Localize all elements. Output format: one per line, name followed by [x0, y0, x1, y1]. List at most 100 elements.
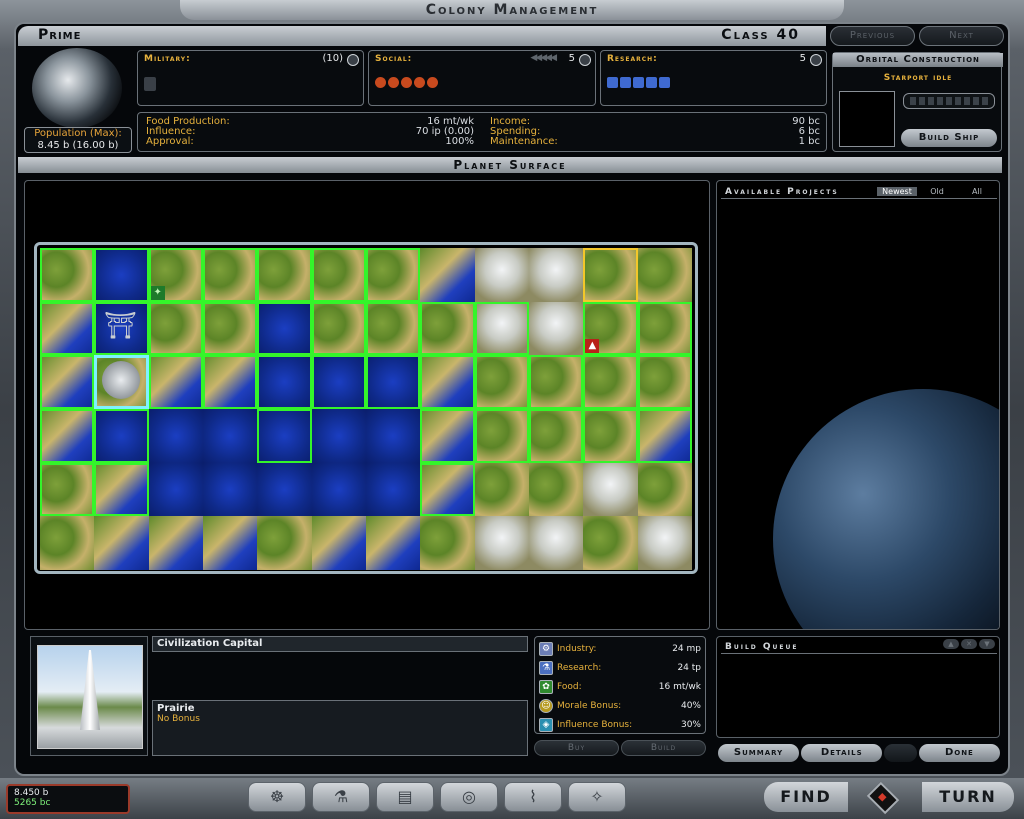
map-tile[interactable] — [311, 301, 366, 356]
map-tile[interactable] — [474, 301, 529, 356]
build-button[interactable]: Build — [621, 740, 706, 756]
map-tile[interactable] — [257, 409, 312, 463]
map-tile[interactable] — [257, 462, 312, 517]
government-icon[interactable]: ☸ — [248, 782, 306, 812]
map-tile[interactable]: ⛩ — [94, 301, 149, 356]
military-detail-icon[interactable] — [347, 54, 359, 66]
map-tile[interactable] — [202, 248, 258, 302]
map-tile[interactable] — [202, 355, 258, 409]
map-tile[interactable] — [94, 409, 149, 463]
map-tile[interactable] — [420, 355, 475, 409]
map-tile[interactable] — [474, 409, 529, 463]
map-tile[interactable] — [148, 355, 203, 409]
map-tile[interactable] — [94, 516, 149, 570]
map-tile[interactable] — [40, 355, 95, 409]
map-tile[interactable] — [311, 409, 366, 463]
diplomacy-icon[interactable]: ✧ — [568, 782, 626, 812]
planets-icon[interactable]: ▤ — [376, 782, 434, 812]
move-down-icon[interactable]: ▼ — [979, 639, 995, 649]
done-button[interactable]: Done — [918, 744, 1000, 762]
details-button[interactable]: Details — [801, 744, 883, 762]
map-tile[interactable] — [311, 355, 366, 409]
map-tile[interactable] — [637, 516, 692, 570]
map-tile[interactable] — [528, 355, 584, 409]
map-tile[interactable] — [637, 355, 692, 409]
turn-button[interactable]: TURN — [922, 782, 1014, 812]
map-tile[interactable] — [583, 516, 638, 570]
research-panel[interactable]: Research: 5 — [600, 50, 827, 106]
next-button[interactable]: Next — [919, 26, 1004, 46]
map-tile[interactable] — [365, 516, 421, 570]
galaxy-icon[interactable]: ◎ — [440, 782, 498, 812]
map-tile[interactable] — [148, 409, 203, 463]
map-tile[interactable] — [257, 355, 312, 409]
map-tile[interactable] — [583, 462, 638, 517]
map-tile[interactable] — [420, 301, 475, 356]
map-tile-selected[interactable] — [94, 355, 149, 409]
previous-button[interactable]: Previous — [830, 26, 915, 46]
map-tile[interactable] — [40, 248, 95, 302]
map-tile[interactable] — [637, 301, 692, 356]
filter-old[interactable]: Old — [917, 187, 957, 196]
map-tile[interactable] — [148, 301, 203, 356]
map-tile[interactable] — [365, 301, 421, 356]
remove-icon[interactable]: ✕ — [961, 639, 977, 649]
map-tile[interactable] — [528, 301, 584, 356]
buy-button[interactable]: Buy — [534, 740, 619, 756]
map-tile[interactable] — [257, 516, 312, 570]
map-tile[interactable] — [257, 248, 312, 302]
map-tile[interactable] — [474, 248, 529, 302]
map-tile[interactable] — [420, 462, 475, 517]
map-tile[interactable] — [94, 462, 149, 517]
map-tile[interactable]: ▲ — [583, 301, 638, 356]
build-ship-button[interactable]: Build Ship — [901, 129, 997, 147]
planet-surface-grid[interactable]: ✦ ⛩ ▲ — [40, 248, 692, 570]
map-tile[interactable] — [528, 516, 584, 570]
map-tile[interactable] — [365, 248, 421, 302]
map-tile[interactable] — [474, 516, 529, 570]
filter-all[interactable]: All — [957, 187, 997, 196]
map-tile[interactable] — [148, 462, 203, 517]
map-tile[interactable] — [420, 409, 475, 463]
map-tile[interactable] — [202, 301, 258, 356]
map-tile[interactable] — [637, 409, 692, 463]
filter-newest[interactable]: Newest — [877, 187, 917, 196]
map-tile[interactable] — [528, 409, 584, 463]
map-tile[interactable] — [148, 516, 203, 570]
ship-slot[interactable] — [839, 91, 895, 147]
map-tile[interactable] — [420, 516, 475, 570]
research-detail-icon[interactable] — [810, 54, 822, 66]
social-detail-icon[interactable] — [579, 54, 591, 66]
map-tile[interactable] — [420, 248, 475, 302]
map-tile[interactable] — [637, 248, 692, 302]
map-tile[interactable] — [365, 462, 421, 517]
social-panel[interactable]: Social: ◀◀◀◀◀ 5 — [368, 50, 596, 106]
planet-globe[interactable] — [32, 48, 122, 128]
map-tile[interactable] — [583, 248, 638, 302]
map-tile[interactable] — [40, 462, 95, 517]
map-tile[interactable] — [94, 248, 149, 302]
graph-icon[interactable]: ⌇ — [504, 782, 562, 812]
find-button[interactable]: FIND — [764, 782, 848, 812]
map-tile[interactable] — [365, 355, 421, 409]
map-tile[interactable] — [528, 248, 584, 302]
map-tile[interactable] — [474, 355, 529, 409]
map-tile[interactable] — [202, 462, 258, 517]
map-tile[interactable] — [202, 409, 258, 463]
map-tile[interactable] — [202, 516, 258, 570]
map-tile[interactable] — [583, 409, 638, 463]
map-tile[interactable] — [40, 409, 95, 463]
map-tile[interactable] — [637, 462, 692, 517]
map-tile[interactable] — [311, 462, 366, 517]
map-tile[interactable] — [257, 301, 312, 356]
map-tile[interactable] — [40, 516, 95, 570]
map-tile[interactable]: ✦ — [148, 248, 203, 302]
map-tile[interactable] — [311, 248, 366, 302]
military-panel[interactable]: Military: (10) — [137, 50, 364, 106]
summary-button[interactable]: Summary — [718, 744, 800, 762]
map-tile[interactable] — [474, 462, 529, 517]
map-tile[interactable] — [583, 355, 638, 409]
map-tile[interactable] — [528, 462, 584, 517]
map-tile[interactable] — [365, 409, 421, 463]
map-tile[interactable] — [40, 301, 95, 356]
